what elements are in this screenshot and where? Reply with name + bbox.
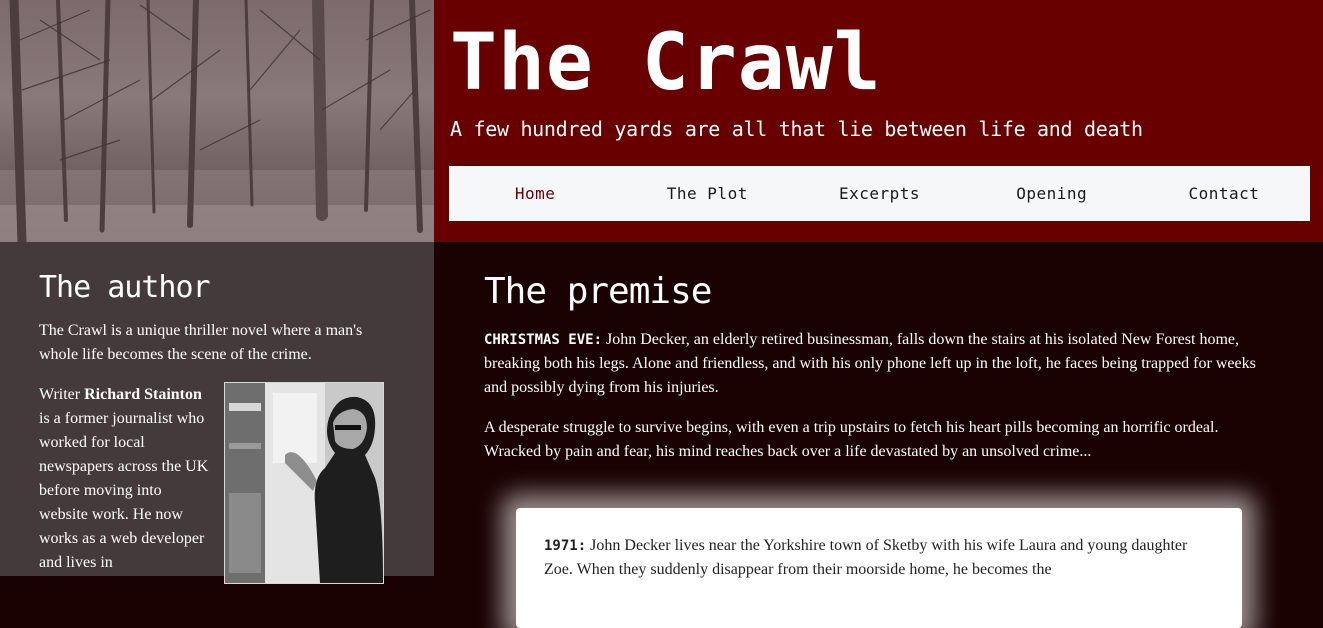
author-photo: [224, 382, 384, 584]
timeline-card: 1971: John Decker lives near the Yorkshi…: [516, 508, 1242, 628]
header-forest-photo: [0, 0, 434, 242]
author-bio-prefix: Writer: [39, 386, 85, 403]
timeline-entry: 1971: John Decker lives near the Yorkshi…: [544, 534, 1204, 582]
timeline-year: 1971:: [544, 538, 587, 554]
nav-item-the-plot[interactable]: The Plot: [621, 166, 793, 221]
premise-paragraph-1: CHRISTMAS EVE: John Decker, an elderly r…: [484, 328, 1274, 400]
nav-item-home[interactable]: Home: [449, 166, 621, 221]
site-title[interactable]: The Crawl: [450, 8, 882, 118]
nav-item-contact[interactable]: Contact: [1138, 166, 1310, 221]
site-tagline: A few hundred yards are all that lie bet…: [450, 117, 1143, 141]
premise-lead: CHRISTMAS EVE:: [484, 332, 603, 348]
main-nav: Home The Plot Excerpts Opening Contact: [449, 166, 1310, 221]
premise-section: The premise CHRISTMAS EVE: John Decker, …: [434, 242, 1323, 628]
author-bio: Writer Richard Stainton is a former jour…: [39, 383, 214, 575]
nav-item-excerpts[interactable]: Excerpts: [793, 166, 965, 221]
author-heading: The author: [39, 270, 211, 305]
author-sidebar: The author The Crawl is a unique thrille…: [0, 242, 434, 584]
author-intro: The Crawl is a unique thriller novel whe…: [39, 322, 363, 363]
author-bio-text: is a former journalist who worked for lo…: [39, 410, 209, 571]
premise-heading: The premise: [484, 271, 712, 312]
nav-item-opening[interactable]: Opening: [966, 166, 1138, 221]
premise-paragraph-2: A desperate struggle to survive begins, …: [484, 419, 1219, 460]
timeline-text: John Decker lives near the Yorkshire tow…: [544, 537, 1188, 578]
author-name: Richard Stainton: [84, 386, 202, 403]
